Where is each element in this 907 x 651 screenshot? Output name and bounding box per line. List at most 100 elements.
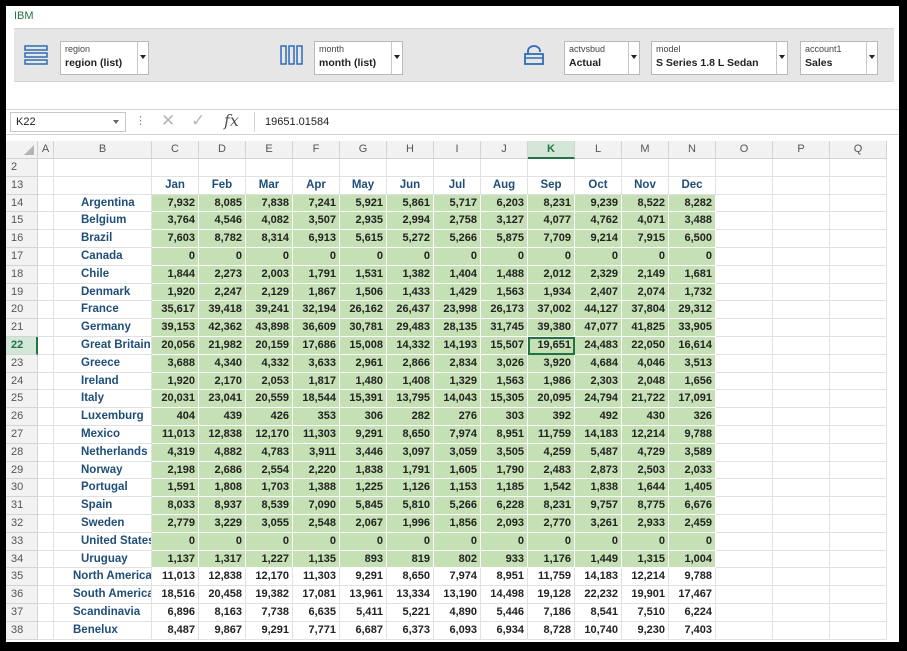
- value-cell[interactable]: 426: [246, 408, 293, 426]
- value-cell[interactable]: 13,961: [340, 586, 387, 604]
- actvsbud-select[interactable]: actvsbud Actual: [564, 41, 640, 75]
- value-cell[interactable]: 29,312: [669, 301, 716, 320]
- row-header-20[interactable]: 20: [6, 301, 38, 320]
- month-header-may[interactable]: May: [340, 176, 387, 195]
- value-cell[interactable]: 3,513: [669, 354, 716, 373]
- value-cell[interactable]: 0: [575, 532, 622, 551]
- cell[interactable]: [622, 159, 669, 177]
- value-cell[interactable]: 1,137: [152, 550, 199, 569]
- row-label[interactable]: Sweden: [54, 515, 152, 533]
- value-cell[interactable]: 7,838: [246, 194, 293, 213]
- value-cell[interactable]: 20,056: [152, 337, 199, 355]
- row-label[interactable]: Portugal: [54, 479, 152, 498]
- column-header-d[interactable]: D: [199, 141, 246, 159]
- month-header-jun[interactable]: Jun: [387, 176, 434, 195]
- value-cell[interactable]: 7,932: [152, 194, 199, 213]
- value-cell[interactable]: 8,487: [152, 621, 199, 640]
- name-box[interactable]: K22: [10, 112, 126, 132]
- row-header-29[interactable]: 29: [6, 461, 38, 480]
- region-select[interactable]: region region (list): [60, 41, 149, 75]
- value-cell[interactable]: 4,319: [152, 443, 199, 462]
- month-header-mar[interactable]: Mar: [246, 176, 293, 195]
- cell[interactable]: [528, 159, 575, 177]
- value-cell[interactable]: 3,505: [481, 443, 528, 462]
- value-cell[interactable]: 18,544: [293, 390, 340, 409]
- value-cell[interactable]: 28,135: [434, 319, 481, 337]
- value-cell[interactable]: 2,220: [293, 461, 340, 480]
- cell[interactable]: [38, 426, 54, 444]
- value-cell[interactable]: 1,542: [528, 479, 575, 498]
- value-cell[interactable]: 492: [575, 408, 622, 426]
- value-cell[interactable]: 8,650: [387, 568, 434, 587]
- value-cell[interactable]: 4,762: [575, 212, 622, 231]
- cell[interactable]: [830, 212, 887, 231]
- cell[interactable]: [716, 568, 773, 587]
- value-cell[interactable]: 29,483: [387, 319, 434, 337]
- row-header-2[interactable]: 2: [6, 159, 38, 177]
- value-cell[interactable]: 2,407: [575, 283, 622, 302]
- column-header-c[interactable]: C: [152, 141, 199, 159]
- value-cell[interactable]: 5,221: [387, 604, 434, 622]
- row-label[interactable]: United States: [54, 532, 152, 551]
- value-cell[interactable]: 3,229: [199, 515, 246, 533]
- cancel-icon[interactable]: ✕: [161, 111, 175, 131]
- cell[interactable]: [716, 408, 773, 426]
- cell[interactable]: [773, 550, 830, 569]
- column-header-j[interactable]: J: [481, 141, 528, 159]
- value-cell[interactable]: 8,282: [669, 194, 716, 213]
- value-cell[interactable]: 12,838: [199, 426, 246, 444]
- value-cell[interactable]: 12,214: [622, 426, 669, 444]
- columns-icon[interactable]: [280, 45, 304, 65]
- value-cell[interactable]: 39,241: [246, 301, 293, 320]
- select-all-icon[interactable]: [24, 145, 34, 155]
- value-cell[interactable]: 0: [199, 248, 246, 266]
- row-label[interactable]: Argentina: [54, 194, 152, 213]
- cell[interactable]: [38, 586, 54, 604]
- value-cell[interactable]: 20,159: [246, 337, 293, 355]
- value-cell[interactable]: 0: [152, 532, 199, 551]
- cell[interactable]: [716, 354, 773, 373]
- value-cell[interactable]: 3,059: [434, 443, 481, 462]
- value-cell[interactable]: 41,825: [622, 319, 669, 337]
- cell[interactable]: [38, 354, 54, 373]
- cell[interactable]: [481, 159, 528, 177]
- value-cell[interactable]: 1,227: [246, 550, 293, 569]
- value-cell[interactable]: 7,403: [669, 621, 716, 640]
- value-cell[interactable]: 2,933: [622, 515, 669, 533]
- value-cell[interactable]: 2,247: [199, 283, 246, 302]
- cell[interactable]: [830, 515, 887, 533]
- value-cell[interactable]: 22,232: [575, 586, 622, 604]
- value-cell[interactable]: 0: [246, 532, 293, 551]
- value-cell[interactable]: 13,190: [434, 586, 481, 604]
- cell[interactable]: [38, 265, 54, 284]
- value-cell[interactable]: 26,162: [340, 301, 387, 320]
- value-cell[interactable]: 7,771: [293, 621, 340, 640]
- value-cell[interactable]: 8,937: [199, 497, 246, 515]
- cell[interactable]: [830, 461, 887, 480]
- value-cell[interactable]: 8,539: [246, 497, 293, 515]
- value-cell[interactable]: 3,446: [340, 443, 387, 462]
- cell[interactable]: [38, 497, 54, 515]
- value-cell[interactable]: 7,738: [246, 604, 293, 622]
- value-cell[interactable]: 35,617: [152, 301, 199, 320]
- value-cell[interactable]: 15,391: [340, 390, 387, 409]
- value-cell[interactable]: 1,996: [387, 515, 434, 533]
- value-cell[interactable]: 1,004: [669, 550, 716, 569]
- value-cell[interactable]: 8,033: [152, 497, 199, 515]
- value-cell[interactable]: 5,272: [387, 230, 434, 248]
- cell[interactable]: [773, 426, 830, 444]
- value-cell[interactable]: 2,503: [622, 461, 669, 480]
- more-options-icon[interactable]: ⋮: [135, 114, 146, 127]
- value-cell[interactable]: 4,332: [246, 354, 293, 373]
- cell[interactable]: [246, 159, 293, 177]
- value-cell[interactable]: 11,759: [528, 568, 575, 587]
- cell[interactable]: [830, 301, 887, 320]
- column-header-g[interactable]: G: [340, 141, 387, 159]
- column-header-p[interactable]: P: [773, 141, 830, 159]
- value-cell[interactable]: 12,170: [246, 426, 293, 444]
- value-cell[interactable]: 2,994: [387, 212, 434, 231]
- column-header-e[interactable]: E: [246, 141, 293, 159]
- cell[interactable]: [773, 159, 830, 177]
- row-header-23[interactable]: 23: [6, 354, 38, 373]
- cell[interactable]: [773, 212, 830, 231]
